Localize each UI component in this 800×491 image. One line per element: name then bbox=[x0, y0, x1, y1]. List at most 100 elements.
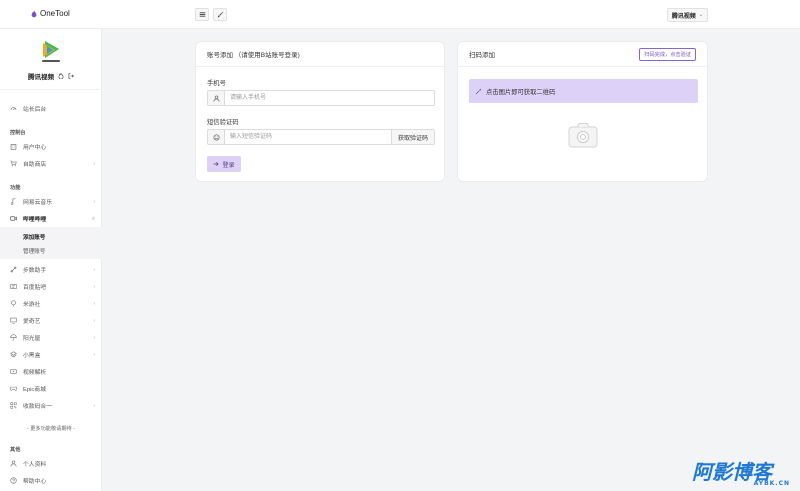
brand[interactable]: OneTool bbox=[31, 9, 70, 18]
sidebar-item-help-center[interactable]: 帮助中心 bbox=[0, 473, 102, 488]
user-icon bbox=[10, 460, 17, 467]
help-circle-icon bbox=[10, 477, 17, 484]
phone-input-group bbox=[207, 90, 435, 106]
sidebar-item-station-backend[interactable]: 站长后台 bbox=[0, 101, 102, 116]
watermark-logo: 阿影博客 AYBK.CN bbox=[692, 461, 792, 489]
sidebar-item-label: 收款码合一 bbox=[23, 404, 52, 410]
sidebar-subitem-manage-account[interactable]: 管理账号 bbox=[23, 247, 45, 255]
chevron-right-icon: › bbox=[93, 334, 95, 341]
sidebar-item-label: 步数助手 bbox=[23, 268, 47, 274]
sidebar-item-label: 爱奇艺 bbox=[23, 319, 41, 325]
menu-toggle-button[interactable] bbox=[195, 8, 209, 21]
sidebar-item-label: 用户中心 bbox=[23, 145, 47, 151]
chevron-right-icon: › bbox=[93, 300, 95, 307]
chevron-right-icon: › bbox=[93, 160, 95, 167]
sidebar-item-label: 小黑盒 bbox=[23, 353, 41, 359]
sidebar-item-label: 帮助中心 bbox=[23, 479, 47, 485]
collapse-icon: ≡ bbox=[92, 215, 95, 222]
sidebar-item-label: 阳光屋 bbox=[23, 336, 41, 342]
sidebar-item-payment-qr[interactable]: 收款码合一 › bbox=[0, 398, 102, 413]
get-code-button[interactable]: 获取验证码 bbox=[390, 130, 434, 144]
arrow-right-icon bbox=[214, 161, 220, 167]
account-switch-dropdown[interactable]: 腾讯视频 ⌄ bbox=[666, 8, 708, 22]
magic-wand-icon bbox=[475, 88, 482, 94]
qr-tip-banner[interactable]: 点击图片即可获取二维码 bbox=[469, 79, 698, 103]
qr-scan-card: 扫码添加 扫码完成，点击验证 点击图片即可获取二维码 bbox=[457, 41, 708, 182]
sidebar-item-label: 百度贴吧 bbox=[23, 285, 47, 291]
sidebar-item-label: 自助商店 bbox=[23, 162, 47, 168]
flame-icon[interactable] bbox=[58, 73, 64, 79]
umbrella-icon bbox=[10, 334, 17, 341]
sidebar-item-label: 视频解析 bbox=[23, 370, 47, 376]
sms-code-input-group: 获取验证码 bbox=[207, 129, 435, 145]
sidebar: 腾讯视频 站长后台 控制台 用户中心 自助商店 › 功能 网易云音乐 › 哔哩哔… bbox=[0, 29, 102, 491]
sidebar-item-self-shop[interactable]: 自助商店 › bbox=[0, 156, 102, 171]
account-add-card-title: 账号添加 （请使用B站账号登录) bbox=[196, 42, 444, 67]
sidebar-item-label: Epic商城 bbox=[23, 387, 46, 393]
qrcode-icon bbox=[10, 402, 17, 409]
chevron-right-icon: › bbox=[93, 266, 95, 273]
sidebar-item-baidu-tieba[interactable]: 百度贴吧 › bbox=[0, 279, 102, 294]
sidebar-item-label: 哔哩哔哩 bbox=[23, 217, 47, 223]
building-icon bbox=[10, 143, 17, 150]
account-add-card: 账号添加 （请使用B站账号登录) 手机号 短信验证码 获取验证码 登录 bbox=[195, 41, 445, 182]
phone-label: 手机号 bbox=[207, 80, 226, 87]
logout-icon[interactable] bbox=[68, 73, 74, 79]
account-name: 腾讯视频 bbox=[671, 13, 696, 20]
profile-name-row: 腾讯视频 bbox=[0, 71, 102, 81]
balloon-icon bbox=[10, 300, 17, 307]
sidebar-item-user-center[interactable]: 用户中心 bbox=[0, 139, 102, 154]
sidebar-item-bilibili[interactable]: 哔哩哔哩 ≡ bbox=[0, 211, 102, 226]
cart-icon bbox=[10, 160, 17, 167]
chevron-down-icon: ⌄ bbox=[698, 12, 703, 18]
submenu-bilibili: 添加账号 管理账号 bbox=[0, 227, 102, 259]
chevron-right-icon: › bbox=[93, 402, 95, 409]
login-button[interactable]: 登录 bbox=[207, 156, 241, 172]
qr-tip-text: 点击图片即可获取二维码 bbox=[486, 88, 556, 96]
login-button-label: 登录 bbox=[222, 162, 235, 169]
section-title-console: 控制台 bbox=[10, 130, 26, 136]
sidebar-item-video-parse[interactable]: 视频解析 bbox=[0, 364, 102, 379]
menu-icon bbox=[199, 12, 205, 17]
sidebar-item-epic-store[interactable]: Epic商城 bbox=[0, 381, 102, 396]
sidebar-item-iqiyi[interactable]: 爱奇艺 › bbox=[0, 313, 102, 328]
watermark-domain: AYBK.CN bbox=[753, 480, 790, 487]
sidebar-item-xiaoheihe[interactable]: 小黑盒 › bbox=[0, 347, 102, 362]
sidebar-item-sunshine-house[interactable]: 阳光屋 › bbox=[0, 330, 102, 345]
app-name: OneTool bbox=[40, 9, 70, 18]
chevron-right-icon: › bbox=[93, 317, 95, 324]
chevron-right-icon: › bbox=[93, 351, 95, 358]
sms-code-input[interactable] bbox=[225, 130, 391, 144]
profile-block: 腾讯视频 bbox=[0, 37, 102, 81]
sidebar-item-profile[interactable]: 个人资料 bbox=[0, 456, 102, 471]
more-features-hint: - 更多功能敬请期待 - bbox=[27, 426, 75, 432]
sidebar-item-label: 站长后台 bbox=[23, 107, 47, 113]
divider bbox=[0, 89, 102, 90]
avatar[interactable] bbox=[37, 37, 65, 65]
sidebar-subitem-add-account[interactable]: 添加账号 bbox=[23, 233, 45, 241]
chevron-right-icon: › bbox=[93, 283, 95, 290]
phone-input[interactable] bbox=[225, 91, 434, 105]
brush-icon bbox=[217, 11, 223, 18]
layers-icon bbox=[10, 351, 17, 358]
dashboard-icon bbox=[10, 105, 17, 112]
chat-smile-icon bbox=[208, 130, 225, 144]
chevron-right-icon: › bbox=[93, 198, 95, 205]
scan-done-verify-button[interactable]: 扫码完成，点击验证 bbox=[639, 48, 696, 61]
sidebar-item-label: 米游社 bbox=[23, 302, 41, 308]
camera-placeholder-icon[interactable] bbox=[568, 122, 598, 148]
sidebar-item-miyoushe[interactable]: 米游社 › bbox=[0, 296, 102, 311]
section-title-functions: 功能 bbox=[10, 185, 21, 191]
profile-name: 腾讯视频 bbox=[28, 74, 54, 81]
section-title-other: 其他 bbox=[10, 447, 21, 453]
sidebar-item-step-helper[interactable]: 步数助手 › bbox=[0, 262, 102, 277]
sidebar-item-netease-music[interactable]: 网易云音乐 › bbox=[0, 194, 102, 209]
sidebar-item-label: 网易云音乐 bbox=[23, 200, 52, 206]
gamepad-icon bbox=[10, 385, 17, 392]
theme-brush-button[interactable] bbox=[213, 8, 227, 21]
footprint-icon bbox=[10, 266, 17, 273]
flame-logo-icon bbox=[31, 9, 37, 17]
user-icon bbox=[208, 91, 225, 105]
sms-code-label: 短信验证码 bbox=[207, 119, 239, 126]
sidebar-item-label: 个人资料 bbox=[23, 462, 47, 468]
